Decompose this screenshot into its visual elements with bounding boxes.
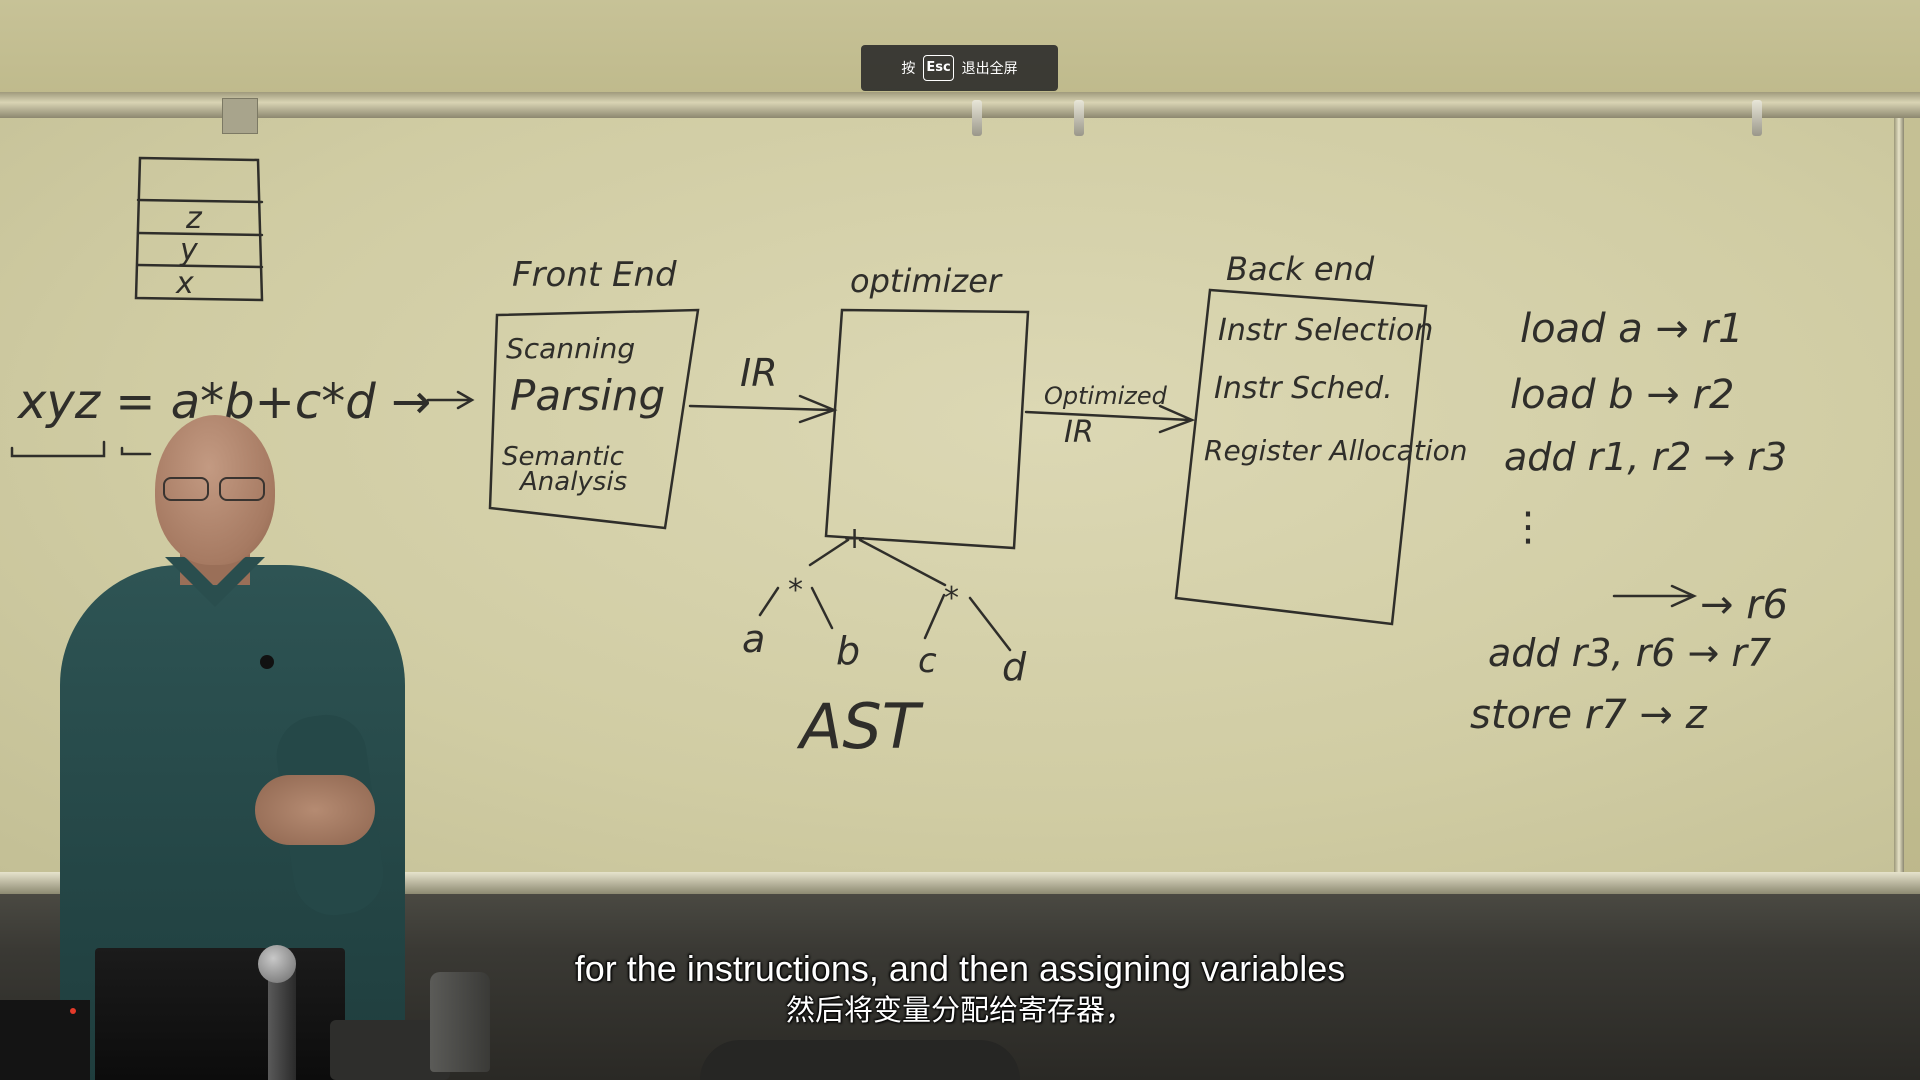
glasses-icon [163,477,267,501]
ast-node-plus: + [842,521,867,556]
backend-item-selection: Instr Selection [1218,313,1433,348]
frontend-title: Front End [512,255,677,295]
foreground-seat [700,1040,1020,1080]
code-line-1: load a → r1 [1520,306,1744,352]
frontend-item-parsing: Parsing [510,371,665,420]
subtitle-chinese: 然后将变量分配给寄存器， [785,993,1134,1027]
ast-node-mul-2: * [944,581,959,616]
backend-title: Back end [1226,250,1375,288]
subtitle-english: for the instructions, and then assigning… [574,948,1346,989]
subtitles: for the instructions, and then assigning… [0,946,1920,1028]
ast-node-c: c [918,641,937,681]
presenter-hands [255,775,375,845]
hint-press-text: 按 [901,61,916,77]
stack-item-z: z [185,201,203,236]
ir-label: IR [740,351,778,395]
frontend-item-scanning: Scanning [506,332,635,365]
esc-key-icon[interactable]: Esc [923,55,954,81]
code-line-ellipsis: ⋮ [1508,504,1548,550]
code-line-r6: → r6 [1700,582,1788,628]
ast-node-d: d [1002,645,1027,689]
code-line-2: load b → r2 [1510,372,1734,418]
code-line-3: add r1, r2 → r3 [1504,435,1787,479]
ast-label: AST [796,690,924,763]
optimized-label: Optimized [1044,382,1168,410]
optimized-ir-label: IR [1064,415,1094,450]
backend-item-scheduling: Instr Sched. [1214,371,1393,406]
exit-fullscreen-hint[interactable]: 按 Esc 退出全屏 [861,45,1058,91]
optimizer-title: optimizer [850,262,1003,300]
ast-node-b: b [836,629,860,673]
hint-action-text: 退出全屏 [961,61,1018,77]
lapel-mic-icon [260,655,274,669]
code-line-add: add r3, r6 → r7 [1488,631,1771,675]
stack-item-x: x [175,266,194,301]
ast-node-mul-1: * [788,573,803,608]
code-line-store: store r7 → z [1470,692,1708,738]
video-frame[interactable]: z y x xyz = a*b+c*d → Front End Scanning… [0,0,1920,1080]
stack-item-y: y [179,233,199,268]
frontend-item-analysis: Analysis [518,467,627,497]
backend-item-regalloc: Register Allocation [1204,434,1467,467]
ast-node-a: a [742,617,765,661]
